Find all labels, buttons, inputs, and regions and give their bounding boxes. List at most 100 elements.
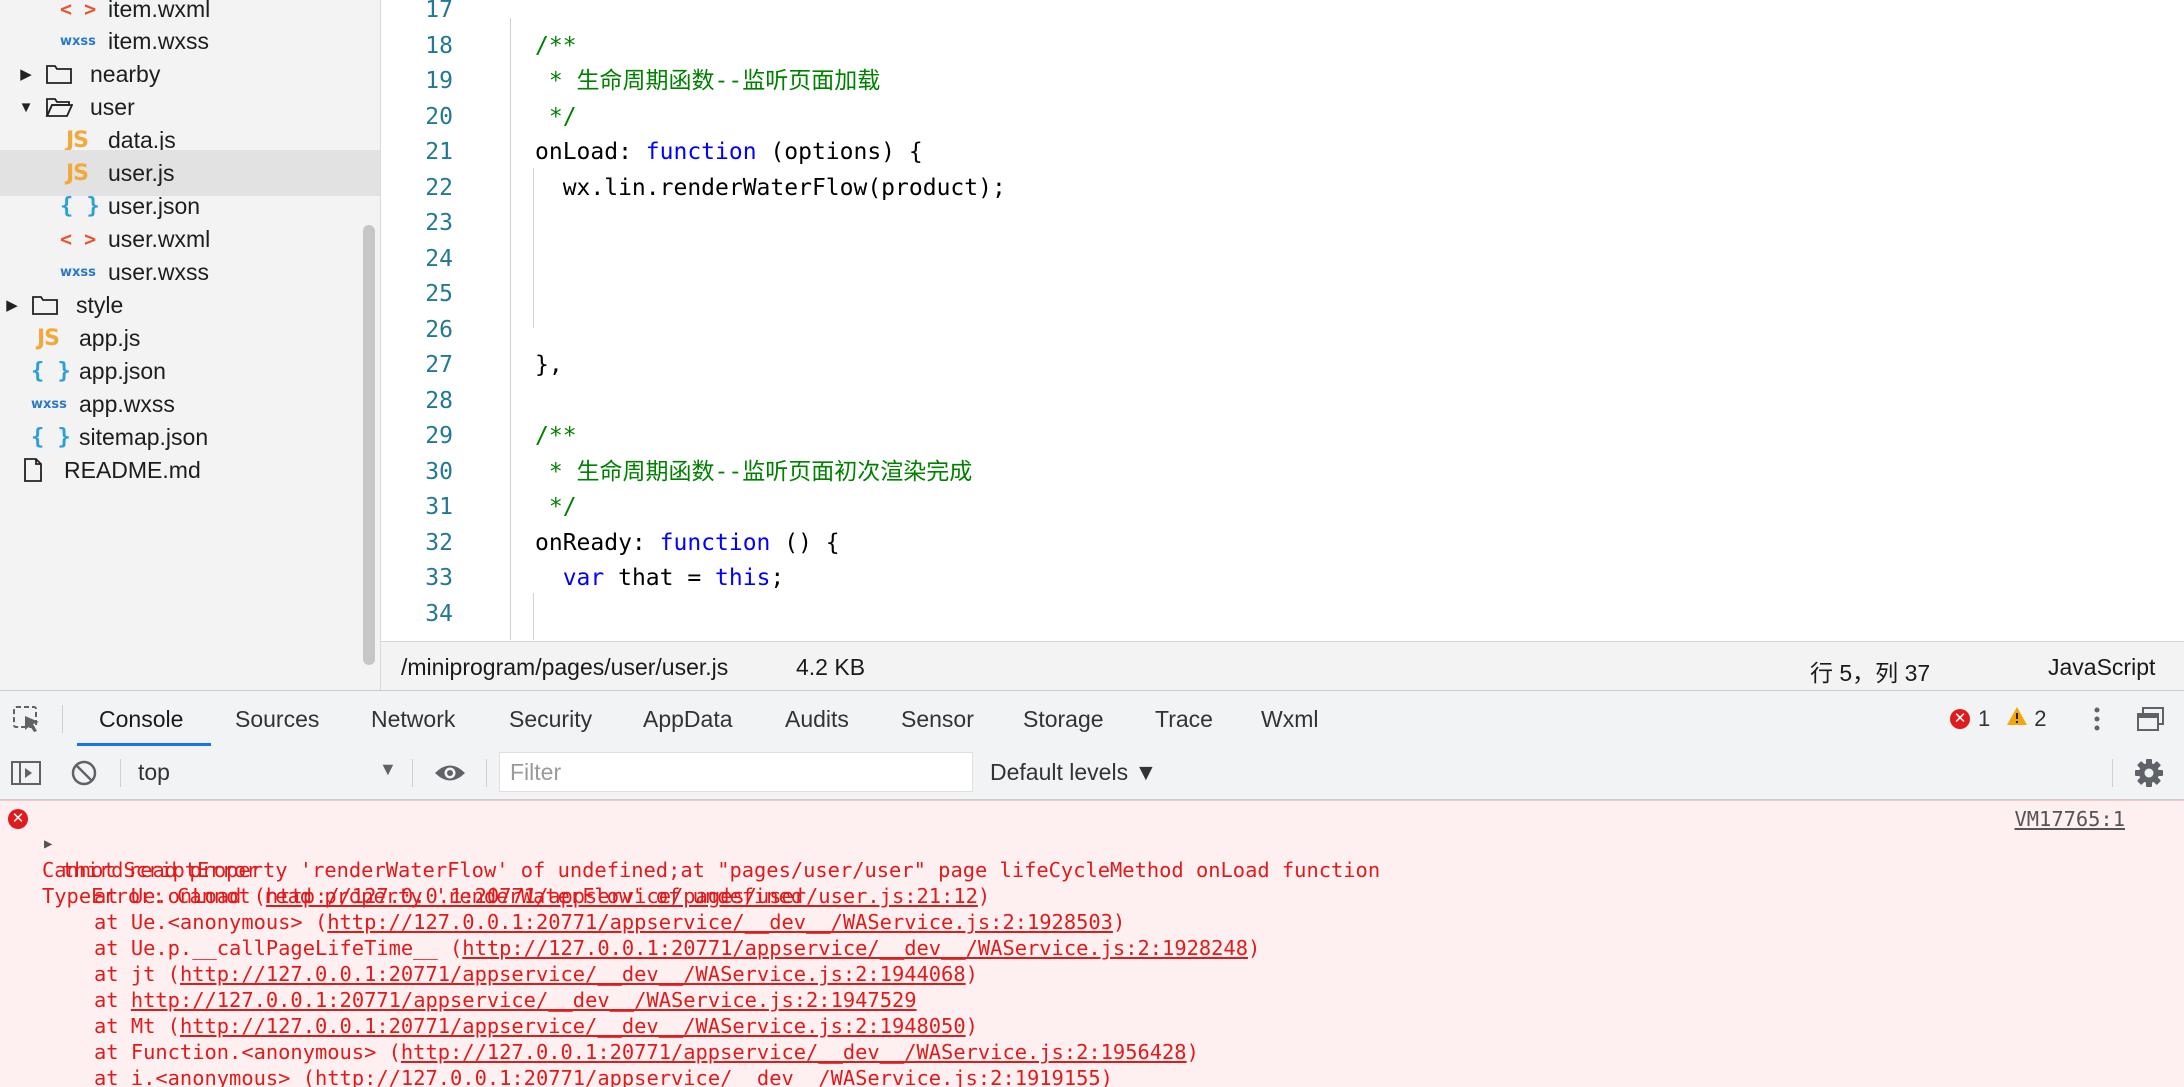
code-line[interactable]: 29 /** <box>381 418 2161 454</box>
code-text: * 生命周期函数--监听页面初次渲染完成 <box>535 454 972 490</box>
stack-frame: at Function.<anonymous> (http://127.0.0.… <box>0 1039 2184 1065</box>
code-line[interactable]: 21 onLoad: function (options) { <box>381 134 2161 170</box>
tab-security[interactable]: Security <box>509 691 592 747</box>
source-location-link[interactable]: VM17765:1 <box>2015 807 2126 831</box>
code-line[interactable]: 22 wx.lin.renderWaterFlow(product); <box>381 170 2161 206</box>
sidebar-toggle-icon[interactable] <box>10 759 42 787</box>
code-token: var <box>562 565 605 591</box>
stack-frame-label: at Function.<anonymous> ( <box>94 1040 401 1064</box>
stack-frame-link[interactable]: http://127.0.0.1:20771/appservice/pages/… <box>266 884 978 908</box>
code-token: this <box>715 565 771 591</box>
tab-wxml[interactable]: Wxml <box>1261 691 1318 747</box>
error-count-badge[interactable]: ✕ 1 2 <box>1950 691 2047 747</box>
code-text: */ <box>535 489 577 525</box>
toolbar-divider <box>120 759 121 787</box>
code-line[interactable]: 33 var that = this; <box>381 560 2161 596</box>
context-selector[interactable]: top ▼ <box>124 747 404 799</box>
code-token: function <box>645 139 757 165</box>
tab-sensor[interactable]: Sensor <box>901 691 974 747</box>
tab-audits[interactable]: Audits <box>785 691 849 747</box>
language-mode[interactable]: JavaScript <box>2048 654 2155 681</box>
code-line[interactable]: 19 * 生命周期函数--监听页面加载 <box>381 63 2161 99</box>
code-line[interactable]: 23 <box>381 205 2161 241</box>
tab-storage[interactable]: Storage <box>1023 691 1104 747</box>
stack-frame-link[interactable]: http://127.0.0.1:20771/appservice/__dev_… <box>401 1040 1187 1064</box>
code-line[interactable]: 20 */ <box>381 99 2161 135</box>
stack-frame-suffix: ) <box>977 884 991 908</box>
code-text: * 生命周期函数--监听页面加载 <box>535 63 880 99</box>
code-line[interactable]: 31 */ <box>381 489 2161 525</box>
wxss-icon: wxss <box>60 33 96 49</box>
stack-frame: at Ue.<anonymous> (http://127.0.0.1:2077… <box>0 909 2184 935</box>
tab-appdata[interactable]: AppData <box>643 691 733 747</box>
code-line[interactable]: 34 <box>381 596 2161 632</box>
undock-icon[interactable] <box>2136 705 2166 733</box>
code-line[interactable]: 25 <box>381 276 2161 312</box>
error-header[interactable]: ▶ thirdScriptError <box>0 805 2184 882</box>
stack-frame-link[interactable]: http://127.0.0.1:20771/appservice/__dev_… <box>462 936 1248 960</box>
code-token: /** <box>535 423 577 449</box>
code-token: function <box>659 529 771 556</box>
file-path: /miniprogram/pages/user/user.js <box>401 654 729 680</box>
code-token: * 生命周期函数--监听页面加载 <box>535 68 881 94</box>
stack-frame-link[interactable]: http://127.0.0.1:20771/appservice/__dev_… <box>315 1066 1101 1087</box>
code-line[interactable]: 30 * 生命周期函数--监听页面初次渲染完成 <box>381 454 2161 490</box>
toolbar-divider <box>62 705 63 733</box>
console-filter-input[interactable] <box>499 752 973 792</box>
cursor-position[interactable]: 行 5，列 37 <box>1810 654 1930 688</box>
tree-file[interactable]: README.md <box>0 447 378 493</box>
tab-network[interactable]: Network <box>371 691 455 747</box>
stack-frame-link[interactable]: http://127.0.0.1:20771/appservice/__dev_… <box>327 910 1113 934</box>
stack-frame-link[interactable]: http://127.0.0.1:20771/appservice/__dev_… <box>180 962 966 986</box>
code-text: */ <box>535 99 577 135</box>
file-explorer: < > item.wxml wxss item.wxss ▶ nearby ▼ user JS d… <box>0 0 381 690</box>
code-line[interactable]: 18 /** <box>381 28 2161 64</box>
stack-frame-link[interactable]: http://127.0.0.1:20771/appservice/__dev_… <box>180 1014 966 1038</box>
devtools-tab-bar: Console Sources Network Security AppData Audi… <box>0 690 2184 748</box>
tree-item-label: README.md <box>64 456 201 483</box>
js-icon: JS <box>36 325 60 351</box>
line-number: 19 <box>425 68 453 94</box>
stack-frame-link[interactable]: http://127.0.0.1:20771/appservice/__dev_… <box>131 988 917 1012</box>
line-number: 25 <box>425 281 453 307</box>
line-number: 23 <box>425 210 453 236</box>
editor-status-bar: /miniprogram/pages/user/user.js 4.2 KB 行… <box>381 641 2184 691</box>
code-line[interactable]: 27}, <box>381 347 2161 383</box>
clear-console-icon[interactable] <box>70 759 98 787</box>
code-text: var that = this; <box>535 560 785 596</box>
stack-frame-suffix: ) <box>965 962 978 986</box>
chevron-down-icon[interactable]: ▼ <box>18 99 34 116</box>
kebab-menu-icon[interactable] <box>2090 705 2104 733</box>
file-tree-scrollbar[interactable] <box>363 225 375 665</box>
toolbar-divider <box>2112 759 2113 787</box>
code-line[interactable]: 28 <box>381 383 2161 419</box>
tab-trace[interactable]: Trace <box>1155 691 1213 747</box>
line-number: 26 <box>425 316 453 343</box>
code-line[interactable]: 32 onReady: function () { <box>381 525 2161 561</box>
warning-count: 2 <box>2034 706 2047 731</box>
stack-frame-label: at Mt ( <box>94 1014 180 1038</box>
log-levels-dropdown[interactable]: Default levels ▼ <box>990 759 1157 786</box>
inspect-element-icon[interactable] <box>12 705 42 733</box>
chevron-right-icon[interactable]: ▶ <box>18 65 34 83</box>
tab-console[interactable]: Console <box>99 691 183 747</box>
code-editor[interactable]: 17 18/** 19 * 生命周期函数--监听页面加载 20 */21 onLoad:… <box>381 0 2184 640</box>
chevron-right-icon[interactable]: ▶ <box>4 296 20 314</box>
stack-frame-suffix: ) <box>965 1014 978 1038</box>
braces-icon: { } <box>60 193 100 219</box>
code-line[interactable]: 26 <box>381 312 2161 348</box>
eye-icon[interactable] <box>433 760 467 786</box>
code-line[interactable]: 17 <box>381 0 2161 28</box>
warning-icon <box>2006 706 2028 732</box>
line-number: 32 <box>425 529 453 556</box>
code-line[interactable]: 24 <box>381 241 2161 277</box>
tab-sources[interactable]: Sources <box>235 691 319 747</box>
code-text: }, <box>535 347 563 383</box>
braces-icon: { } <box>31 424 71 450</box>
code-text: wx.lin.renderWaterFlow(product); <box>535 170 1006 206</box>
code-text: onReady: function () { <box>535 525 840 561</box>
console-toolbar: top ▼ Default levels ▼ <box>0 747 2184 800</box>
gear-icon[interactable] <box>2134 758 2164 788</box>
stack-frame-label: at Ue.<anonymous> ( <box>94 910 328 934</box>
